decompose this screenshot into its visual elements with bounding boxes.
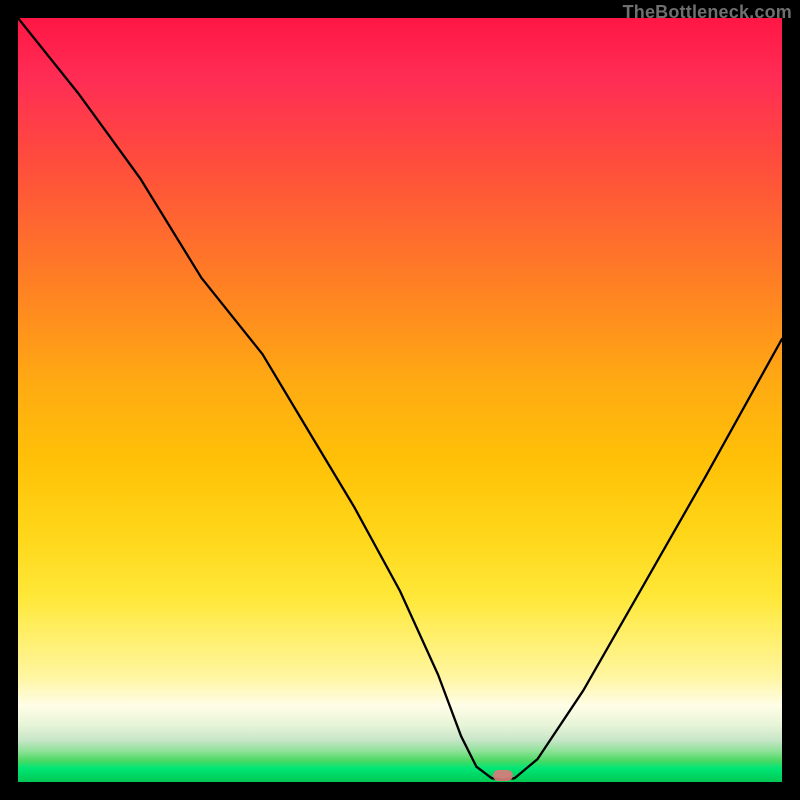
bottleneck-curve <box>18 18 782 782</box>
chart-frame: TheBottleneck.com <box>0 0 800 800</box>
chart-plot-area <box>18 18 782 782</box>
bottleneck-curve-path <box>18 18 782 780</box>
optimal-marker <box>493 770 513 781</box>
watermark-label: TheBottleneck.com <box>623 2 792 23</box>
